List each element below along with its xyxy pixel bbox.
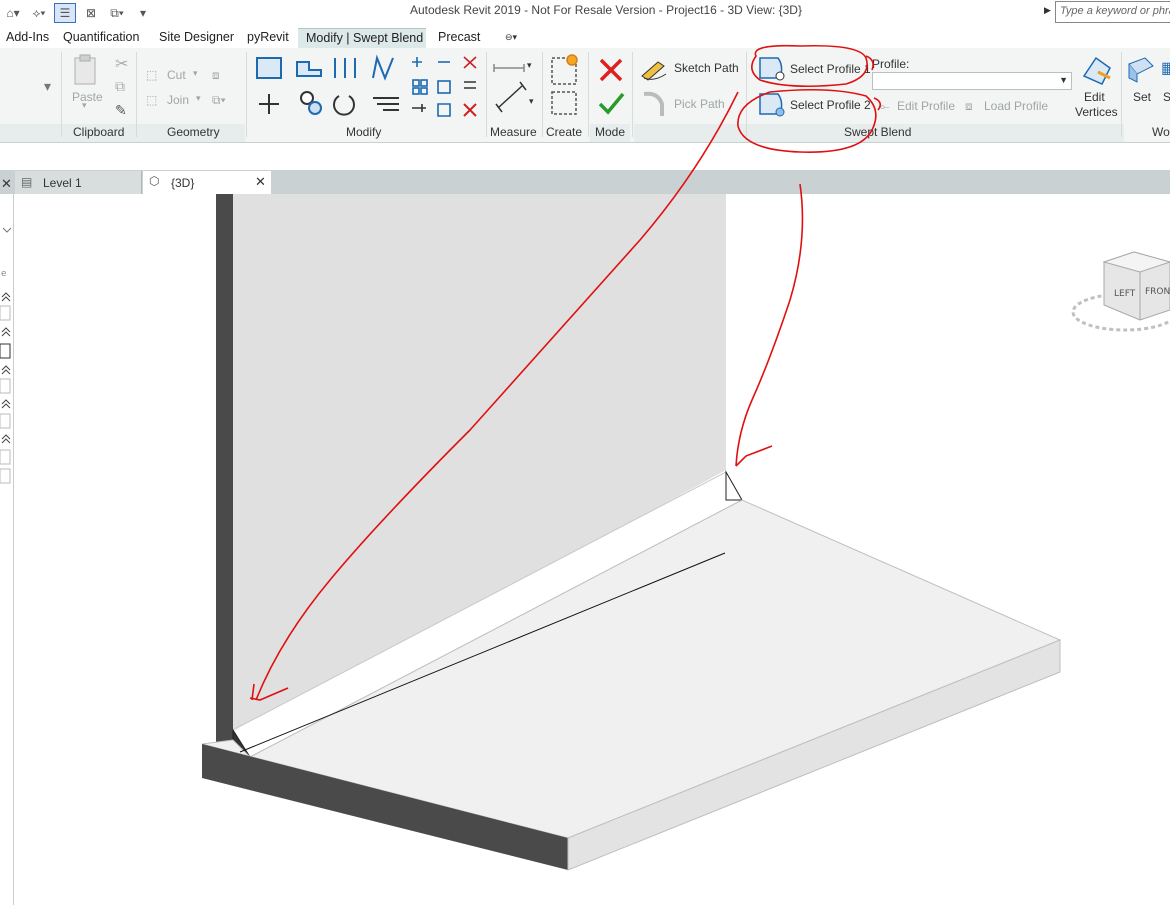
red-annotation-overlay: [249, 44, 882, 701]
annotation-arrow-to-profile-2: [735, 183, 804, 467]
annotation-arrow-to-profile-1: [255, 91, 739, 701]
annotation-circle-profile-1: [751, 44, 868, 88]
annotation-arrowhead: [251, 683, 255, 701]
revit-window: ⌂▾ ⟡▾ ☰ ⊠ ⧉▾ ▾ Autodesk Revit 2019 - Not…: [0, 0, 1170, 905]
annotation-arrowhead: [249, 687, 289, 701]
annotation-circle-profile-2: [737, 88, 877, 153]
annotation-arrowhead: [735, 445, 773, 467]
